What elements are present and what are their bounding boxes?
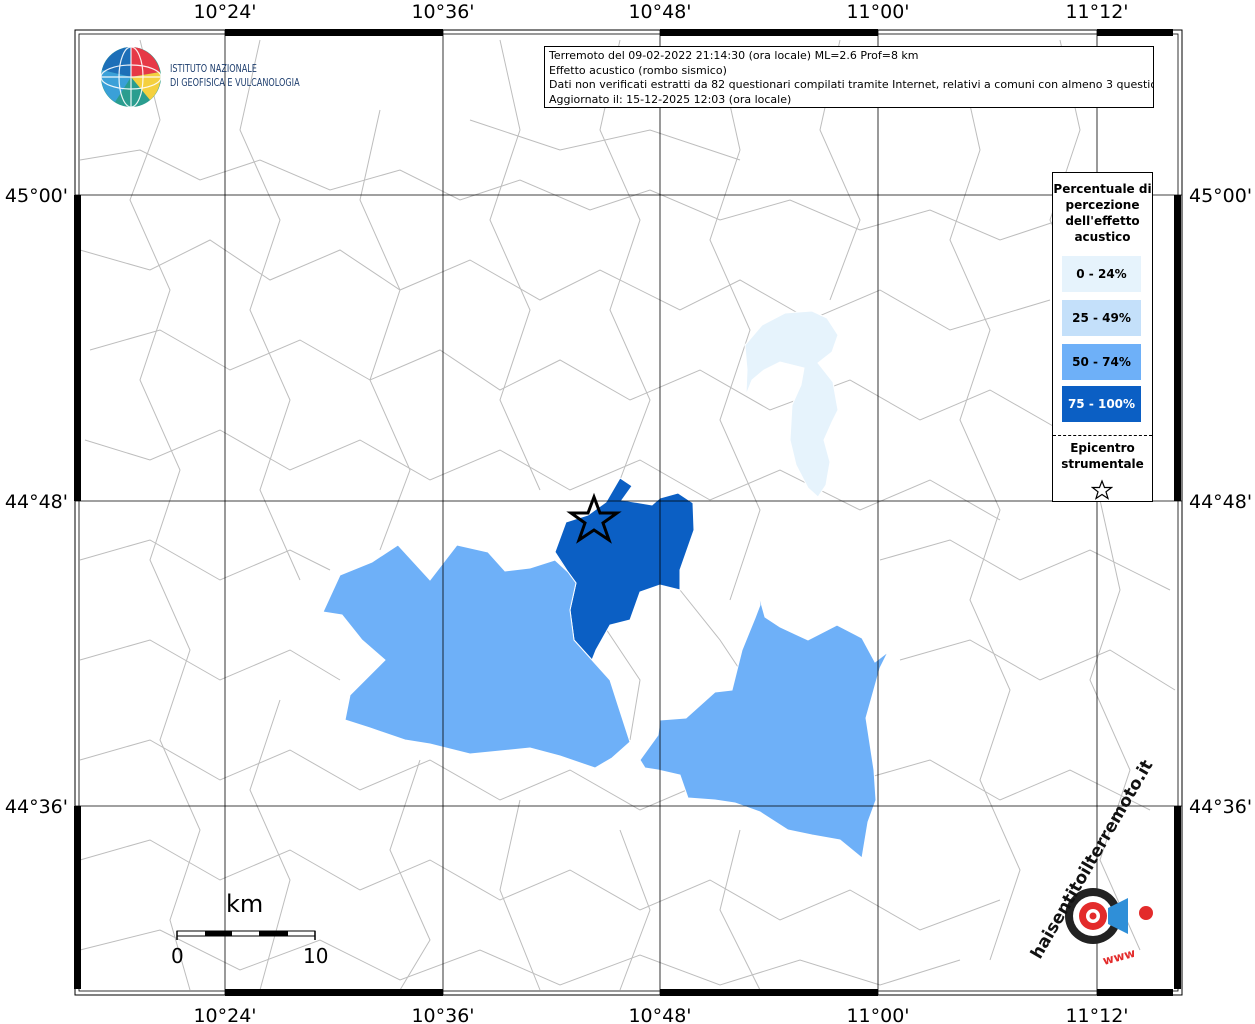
legend-title: Percentuale di percezione dell'effetto a… <box>1053 182 1152 244</box>
legend-star-icon <box>1091 479 1113 500</box>
scale-unit-label: km <box>226 890 264 918</box>
right-tick-label: 44°48' <box>1189 491 1252 513</box>
legend-epicenter-label: Epicentro strumentale <box>1061 441 1144 471</box>
institute-name: ISTITUTO NAZIONALE DI GEOFISICA E VULCAN… <box>170 62 300 90</box>
perception-areas <box>322 310 889 859</box>
scale-start-label: 0 <box>171 944 184 968</box>
left-tick-label: 44°36' <box>5 796 68 818</box>
legend-divider <box>1053 435 1152 436</box>
left-tick-labels: 45°00' 44°48' 44°36' <box>5 185 68 818</box>
top-tick-label: 11°00' <box>846 1 909 23</box>
institute-name-line1: ISTITUTO NAZIONALE <box>170 62 257 75</box>
legend-item-label: 75 - 100% <box>1067 397 1136 411</box>
right-tick-label: 45°00' <box>1189 185 1252 207</box>
intensity-map: 10°24' 10°36' 10°48' 11°00' 11°12' 10°24… <box>5 1 1252 1024</box>
bottom-tick-label: 10°48' <box>628 1005 691 1024</box>
event-info-line: Aggiornato il: 15-12-2025 12:03 (ora loc… <box>549 92 792 106</box>
legend-item-25-49: 25 - 49% <box>1062 300 1141 336</box>
top-tick-label: 11°12' <box>1065 1 1128 23</box>
top-tick-label: 10°48' <box>628 1 691 23</box>
ingv-logo-icon <box>100 46 162 108</box>
event-info-line: Terremoto del 09-02-2022 21:14:30 (ora l… <box>549 49 919 62</box>
legend-item-label: 0 - 24% <box>1076 267 1127 281</box>
legend-item-0-24: 0 - 24% <box>1062 256 1141 292</box>
legend: Percentuale di percezione dell'effetto a… <box>1052 172 1153 502</box>
area-50-74-east <box>639 591 889 859</box>
bottom-tick-labels: 10°24' 10°36' 10°48' 11°00' 11°12' <box>193 1005 1128 1024</box>
left-tick-label: 44°48' <box>5 491 68 513</box>
scale-bar <box>176 930 316 940</box>
left-tick-label: 45°00' <box>5 185 68 207</box>
top-tick-label: 10°36' <box>411 1 474 23</box>
right-tick-label: 44°36' <box>1189 796 1252 818</box>
legend-item-label: 25 - 49% <box>1072 311 1131 325</box>
right-tick-labels: 45°00' 44°48' 44°36' <box>1189 185 1252 818</box>
haisentito-logo-icon: haisentitoilterremoto.it www <box>1027 757 1157 968</box>
bottom-tick-label: 10°36' <box>411 1005 474 1024</box>
event-info-box: Terremoto del 09-02-2022 21:14:30 (ora l… <box>544 46 1154 108</box>
event-info-line: Dati non verificati estratti da 82 quest… <box>549 78 1154 91</box>
bottom-tick-label: 10°24' <box>193 1005 256 1024</box>
watermark-sub-text: www <box>1101 946 1137 968</box>
legend-item-label: 50 - 74% <box>1072 355 1131 369</box>
scale-end-label: 10 <box>303 944 329 968</box>
institute-name-line2: DI GEOFISICA E VULCANOLOGIA <box>170 76 300 89</box>
legend-item-50-74: 50 - 74% <box>1062 344 1141 380</box>
event-info-line: Effetto acustico (rombo sismico) <box>549 63 727 77</box>
area-75-100 <box>554 477 695 661</box>
legend-item-75-100: 75 - 100% <box>1062 386 1141 422</box>
top-tick-labels: 10°24' 10°36' 10°48' 11°00' 11°12' <box>193 1 1128 23</box>
top-tick-label: 10°24' <box>193 1 256 23</box>
bottom-tick-label: 11°00' <box>846 1005 909 1024</box>
bottom-tick-label: 11°12' <box>1065 1005 1128 1024</box>
